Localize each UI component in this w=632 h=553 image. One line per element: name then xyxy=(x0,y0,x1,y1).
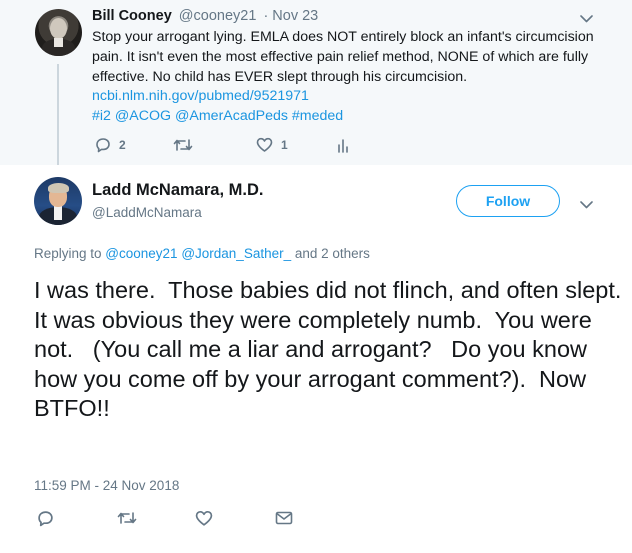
analytics-icon xyxy=(338,139,348,153)
like-button[interactable] xyxy=(195,510,213,527)
tweet-date[interactable]: · Nov 23 xyxy=(263,8,318,24)
tweet-timestamp[interactable]: 11:59 PM - 24 Nov 2018 xyxy=(34,478,179,493)
avatar[interactable] xyxy=(35,9,82,56)
chevron-down-icon[interactable] xyxy=(580,196,593,214)
retweet-button[interactable] xyxy=(173,137,193,153)
reply-count: 2 xyxy=(119,138,126,152)
like-count: 1 xyxy=(281,138,288,152)
pubmed-link[interactable]: ncbi.nlm.nih.gov/pubmed/9521971 xyxy=(92,88,309,104)
like-button[interactable]: 1 xyxy=(256,137,288,153)
reply-button[interactable] xyxy=(37,510,54,527)
retweet-icon xyxy=(173,139,193,151)
reply-button[interactable]: 2 xyxy=(95,137,126,153)
replying-to-suffix[interactable]: and 2 others xyxy=(291,246,370,261)
parent-tweet-header: Bill Cooney @cooney21 · Nov 23 xyxy=(92,8,318,24)
mention-link[interactable]: @cooney21 xyxy=(105,246,177,261)
heart-icon xyxy=(195,510,213,526)
retweet-button[interactable] xyxy=(117,510,137,526)
follow-button[interactable]: Follow xyxy=(456,185,560,217)
reply-icon xyxy=(96,138,110,153)
hashtags-mentions[interactable]: #i2 @ACOG @AmerAcadPeds #meded xyxy=(92,108,343,124)
parent-tweet[interactable]: Bill Cooney @cooney21 · Nov 23 Stop your… xyxy=(0,0,632,165)
parent-tweet-text: Stop your arrogant lying. EMLA does NOT … xyxy=(92,29,594,85)
author-name[interactable]: Bill Cooney xyxy=(92,8,172,24)
author-handle[interactable]: @cooney21 xyxy=(179,8,257,24)
author-name[interactable]: Ladd McNamara, M.D. xyxy=(92,181,263,200)
heart-icon xyxy=(256,137,273,152)
direct-message-button[interactable] xyxy=(275,510,293,526)
replying-to-line: Replying to @cooney21 @Jordan_Sather_ an… xyxy=(34,246,370,261)
main-tweet-actions xyxy=(34,510,334,530)
replying-to-prefix: Replying to xyxy=(34,246,106,261)
avatar[interactable] xyxy=(34,177,82,225)
envelope-icon xyxy=(275,511,293,525)
author-handle[interactable]: @LaddMcNamara xyxy=(92,205,202,220)
reply-icon xyxy=(38,511,53,527)
parent-tweet-actions: 2 1 xyxy=(92,137,392,157)
thread-connector-line xyxy=(57,64,59,165)
analytics-button[interactable] xyxy=(336,137,350,153)
mention-link[interactable]: @Jordan_Sather_ xyxy=(181,246,291,261)
chevron-down-icon[interactable] xyxy=(580,12,593,26)
retweet-icon xyxy=(117,512,137,524)
main-tweet-text: I was there. Those babies did not flinch… xyxy=(34,277,622,421)
